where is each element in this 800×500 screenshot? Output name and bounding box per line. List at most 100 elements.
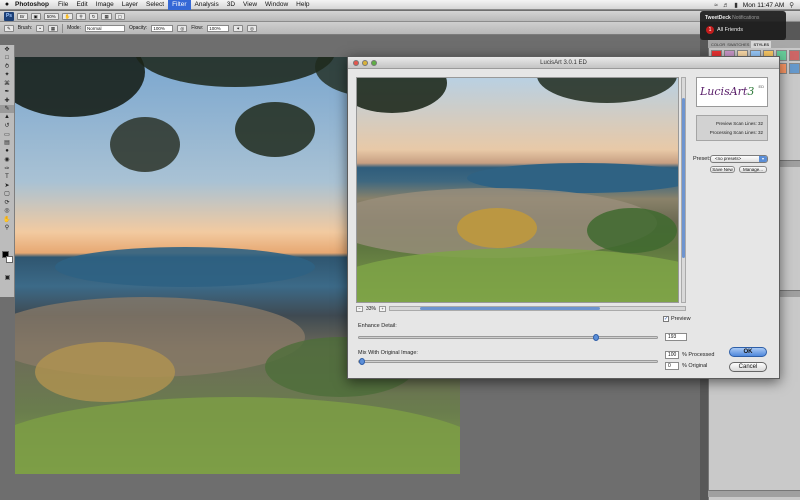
menubar-clock[interactable]: Mon 11:47 AM	[743, 2, 784, 9]
menu-edit[interactable]: Edit	[72, 0, 91, 10]
tree-foliage	[110, 117, 180, 172]
ok-button[interactable]: OK	[729, 347, 767, 357]
zoom-in-button[interactable]: +	[379, 305, 387, 312]
menu-filter[interactable]: Filter	[168, 0, 191, 10]
save-new-preset-button[interactable]: Save New	[710, 166, 735, 173]
zoom-tool-icon[interactable]: ⚲	[76, 12, 86, 20]
cancel-button[interactable]: Cancel	[729, 362, 767, 372]
history-brush-tool-icon[interactable]: ↺	[0, 122, 14, 131]
enhance-detail-slider[interactable]	[358, 334, 658, 341]
pen-tool-icon[interactable]: ✑	[0, 164, 14, 173]
opacity-field[interactable]: 100%	[151, 24, 174, 32]
enhance-detail-knob[interactable]	[592, 334, 599, 341]
mini-bridge-button[interactable]: ▣	[30, 12, 41, 20]
quick-select-tool-icon[interactable]: ✦	[0, 71, 14, 80]
healing-brush-tool-icon[interactable]: ✚	[0, 96, 14, 105]
green-tree	[587, 208, 677, 253]
menu-analysis[interactable]: Analysis	[191, 0, 223, 10]
menu-3d[interactable]: 3D	[223, 0, 239, 10]
preview-scan-lines-label: Preview Scan Lines:	[715, 121, 757, 126]
brush-preset-icon[interactable]: ✎	[4, 24, 14, 32]
scroll-thumb[interactable]	[420, 307, 601, 310]
tab-styles[interactable]: STYLES	[751, 40, 772, 48]
zoom-level-select[interactable]: 50%	[43, 12, 59, 20]
rotate-view-icon[interactable]: ↻	[88, 12, 99, 20]
menu-layer[interactable]: Layer	[118, 0, 142, 10]
mode-select[interactable]: Normal	[84, 24, 125, 32]
bridge-button[interactable]: Br	[17, 12, 28, 20]
brush-tool-icon[interactable]: ✎	[0, 104, 14, 113]
menu-select[interactable]: Select	[142, 0, 168, 10]
menu-file[interactable]: File	[54, 0, 72, 10]
screen-mode-icon[interactable]: ▢	[114, 12, 125, 20]
preview-vertical-scrollbar[interactable]	[681, 77, 686, 303]
preset-select[interactable]: <no presets> ▾	[710, 155, 768, 163]
clone-stamp-tool-icon[interactable]: ▲	[0, 113, 14, 122]
tweetdeck-notification[interactable]: TweetDeck Notifications 1 All Friends	[700, 11, 786, 40]
zoom-out-button[interactable]: −	[356, 305, 363, 312]
3d-rotate-tool-icon[interactable]: ⟳	[0, 198, 14, 207]
preset-value: <no presets>	[715, 156, 742, 161]
preview-horizontal-scrollbar[interactable]	[389, 306, 686, 311]
brush-label: Brush:	[17, 25, 33, 31]
airbrush-icon[interactable]: ✶	[233, 24, 243, 32]
dodge-tool-icon[interactable]: ◉	[0, 156, 14, 165]
flow-field[interactable]: 100%	[207, 24, 230, 32]
marquee-tool-icon[interactable]: □	[0, 54, 14, 63]
menu-view[interactable]: View	[239, 0, 261, 10]
gradient-tool-icon[interactable]: ▤	[0, 139, 14, 148]
brush-panel-toggle[interactable]: ▦	[47, 24, 59, 32]
mix-original-field[interactable]: 0	[665, 362, 679, 370]
type-tool-icon[interactable]: T	[0, 173, 14, 182]
pressure-size-icon[interactable]: ◎	[247, 24, 257, 32]
mix-original-slider[interactable]	[358, 358, 658, 365]
3d-orbit-tool-icon[interactable]: ◎	[0, 207, 14, 216]
menu-help[interactable]: Help	[292, 0, 313, 10]
app-name-menu[interactable]: Photoshop	[14, 1, 54, 8]
preset-label: Preset:	[693, 156, 711, 162]
style-swatch[interactable]	[789, 63, 800, 74]
pressure-opacity-icon[interactable]: ◎	[177, 24, 188, 32]
hand-tool-icon[interactable]: ✋	[61, 12, 74, 20]
tab-color[interactable]: COLOR	[711, 42, 725, 47]
spotlight-icon[interactable]: ⚲	[789, 1, 794, 9]
wifi-icon[interactable]: ≈	[714, 2, 718, 9]
mix-original-knob[interactable]	[359, 358, 365, 365]
dialog-titlebar[interactable]: LucisArt 3.0.1 ED	[348, 57, 779, 69]
eraser-tool-icon[interactable]: ▭	[0, 130, 14, 139]
volume-icon[interactable]: ♬	[723, 2, 730, 9]
manage-presets-button[interactable]: Manage...	[739, 166, 767, 173]
eyedropper-tool-icon[interactable]: ✒	[0, 88, 14, 97]
menubar-status: ≈ ♬ ▮ Mon 11:47 AM ⚲	[714, 0, 794, 10]
notification-subtitle: Notifications	[732, 15, 760, 21]
preview-checkbox[interactable]: ✓	[663, 316, 669, 322]
preview-label: Preview	[671, 316, 691, 322]
tab-swatches[interactable]: SWATCHES	[727, 42, 749, 47]
brush-size-picker[interactable]: •	[36, 24, 44, 32]
menu-image[interactable]: Image	[92, 0, 118, 10]
hand-tool-panel-icon[interactable]: ✋	[0, 215, 14, 224]
mix-processed-field[interactable]: 100	[665, 351, 679, 359]
blur-tool-icon[interactable]: ●	[0, 147, 14, 156]
application-bar: Ps Br ▣ 50% ✋ ⚲ ↻ ▦ ▢	[0, 11, 800, 22]
notification-message: All Friends	[717, 27, 743, 33]
quick-mask-icon[interactable]: ▣	[0, 273, 15, 282]
arrange-documents-icon[interactable]: ▦	[101, 12, 112, 20]
shape-tool-icon[interactable]: ▢	[0, 190, 14, 199]
apple-icon[interactable]: ●	[0, 1, 14, 8]
move-tool-icon[interactable]: ✥	[0, 45, 14, 54]
autumn-tree	[457, 208, 537, 248]
tree-foliage	[135, 57, 335, 87]
zoom-tool-panel-icon[interactable]: ⚲	[0, 224, 14, 233]
lasso-tool-icon[interactable]: ⥁	[0, 62, 14, 71]
battery-icon[interactable]: ▮	[734, 1, 738, 9]
menu-window[interactable]: Window	[261, 0, 292, 10]
enhance-detail-field[interactable]: 193	[665, 333, 687, 341]
path-select-tool-icon[interactable]: ➤	[0, 181, 14, 190]
background-color-swatch[interactable]	[6, 256, 13, 263]
crop-tool-icon[interactable]: ⌘	[0, 79, 14, 88]
autumn-tree	[35, 342, 175, 402]
style-swatch[interactable]	[789, 50, 800, 61]
scroll-thumb[interactable]	[682, 98, 685, 258]
preview-image[interactable]	[356, 77, 679, 303]
